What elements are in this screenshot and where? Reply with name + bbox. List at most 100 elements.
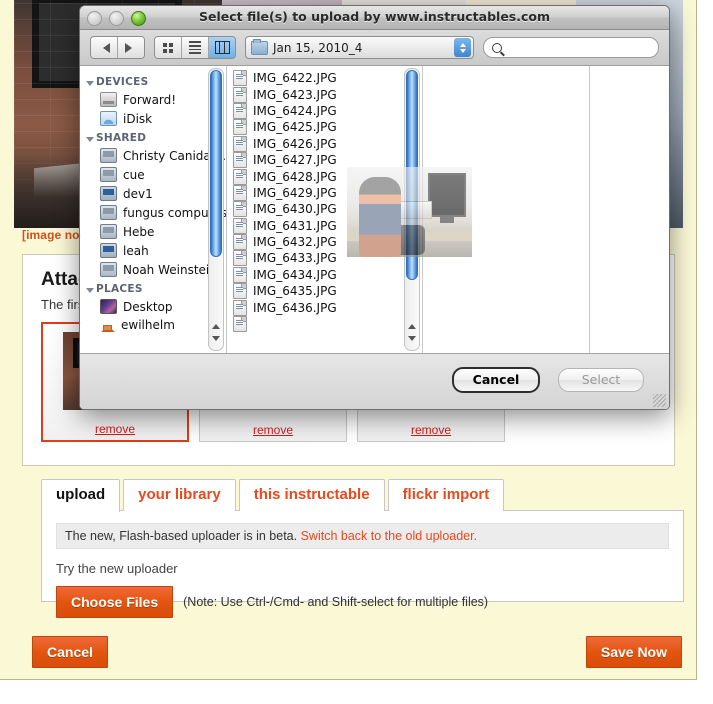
file-name: IMG_6422.JPG — [253, 71, 337, 86]
preview-column-1 — [423, 66, 590, 353]
sidebar-item-label: Noah Weinstein — [123, 262, 217, 277]
file-row[interactable]: IMG_6434.JPG — [227, 266, 405, 283]
page-action-bar: Cancel Save Now — [28, 636, 683, 670]
sidebar-scrollbar[interactable] — [208, 68, 224, 351]
file-name: IMG_6429.JPG — [253, 185, 337, 200]
view-mode-switcher — [154, 36, 236, 59]
choose-files-button[interactable]: Choose Files — [56, 586, 174, 618]
sidebar-group-shared[interactable]: SHARED — [80, 128, 226, 146]
scroll-down-button[interactable] — [405, 332, 419, 348]
jpeg-file-icon — [233, 201, 247, 218]
jpeg-file-icon — [233, 102, 247, 119]
file-open-dialog[interactable]: Select file(s) to upload by www.instruct… — [79, 5, 670, 410]
sidebar-item-idisk[interactable]: iDisk — [80, 109, 226, 128]
file-name: IMG_6428.JPG — [253, 169, 337, 184]
file-list-column: IMG_6422.JPG IMG_6423.JPG IMG_6424.JPG I… — [227, 66, 423, 353]
search-field[interactable] — [483, 37, 659, 58]
sidebar-group-places[interactable]: PLACES — [80, 279, 226, 297]
file-list-scrollbar[interactable] — [404, 68, 420, 351]
dialog-cancel-button[interactable]: Cancel — [452, 367, 540, 393]
tab-flickr-import[interactable]: flickr import — [387, 479, 505, 511]
file-name: IMG_6424.JPG — [253, 103, 337, 118]
file-row[interactable]: IMG_6429.JPG — [227, 184, 405, 201]
switch-to-old-uploader-link[interactable]: Switch back to the old uploader. — [301, 529, 478, 543]
tab-your-library[interactable]: your library — [123, 479, 236, 511]
file-name: IMG_6435.JPG — [253, 284, 337, 299]
jpeg-file-icon — [233, 86, 247, 103]
computer-icon — [100, 205, 117, 220]
file-row[interactable]: IMG_6425.JPG — [227, 119, 405, 136]
jpeg-file-icon — [233, 168, 247, 185]
jpeg-file-icon — [233, 283, 247, 300]
sidebar-item-label: Desktop — [123, 299, 173, 314]
sidebar-item-fungus-computus[interactable]: fungus computus — [80, 203, 226, 222]
remove-link[interactable]: remove — [411, 423, 451, 437]
sidebar-item-christy-canida[interactable]: Christy Canida'… — [80, 146, 226, 165]
file-row[interactable]: IMG_6428.JPG — [227, 168, 405, 185]
sidebar-item-noah-weinstein[interactable]: Noah Weinstein — [80, 260, 226, 279]
preview-column-2 — [590, 66, 669, 353]
sidebar: DEVICES Forward! iDisk SHARED Christy Ca… — [80, 66, 227, 353]
file-row[interactable]: IMG_6431.JPG — [227, 217, 405, 234]
scrollbar-arrows — [209, 316, 223, 350]
sidebar-item-hebe[interactable]: Hebe — [80, 222, 226, 241]
remove-link[interactable]: remove — [253, 423, 293, 437]
list-icon — [189, 41, 201, 54]
file-row[interactable]: IMG_6435.JPG — [227, 283, 405, 300]
dialog-toolbar: Jan 15, 2010_4 — [80, 30, 669, 66]
column-view-button[interactable] — [209, 37, 235, 58]
hard-drive-icon — [100, 92, 117, 107]
remove-link[interactable]: remove — [95, 422, 135, 436]
jpeg-file-icon — [233, 135, 247, 152]
dialog-select-button: Select — [558, 368, 644, 392]
file-name: IMG_6434.JPG — [253, 267, 337, 282]
file-row[interactable]: IMG_6422.JPG — [227, 70, 405, 87]
icon-view-button[interactable] — [155, 37, 182, 58]
computer-icon — [100, 167, 117, 182]
sidebar-item-cue[interactable]: cue — [80, 165, 226, 184]
sidebar-item-ewilhelm[interactable]: ewilhelm — [80, 316, 226, 334]
forward-button[interactable] — [118, 37, 144, 58]
sidebar-item-desktop[interactable]: Desktop — [80, 297, 226, 316]
file-row[interactable]: IMG_6423.JPG — [227, 86, 405, 103]
choose-files-row: Choose Files (Note: Use Ctrl-/Cmd- and S… — [56, 586, 669, 618]
jpeg-file-icon — [233, 266, 247, 283]
navigation-buttons — [90, 36, 145, 59]
sidebar-group-devices[interactable]: DEVICES — [80, 72, 226, 90]
file-browser: DEVICES Forward! iDisk SHARED Christy Ca… — [80, 65, 669, 353]
file-row[interactable]: IMG_6432.JPG — [227, 234, 405, 251]
scroll-down-button[interactable] — [209, 332, 223, 348]
list-view-button[interactable] — [182, 37, 209, 58]
scroll-up-button[interactable] — [405, 316, 419, 332]
computer-icon — [100, 148, 117, 163]
back-button[interactable] — [91, 37, 118, 58]
folder-icon — [251, 38, 268, 55]
scrollbar-arrows — [405, 316, 419, 350]
file-row[interactable]: IMG_6433.JPG — [227, 250, 405, 267]
file-row[interactable]: IMG_6430.JPG — [227, 201, 405, 218]
window-resize-grip-icon[interactable] — [653, 394, 666, 407]
sidebar-item-leah[interactable]: leah — [80, 241, 226, 260]
home-icon — [100, 318, 115, 332]
page-save-now-button[interactable]: Save Now — [585, 636, 682, 668]
location-popup-button[interactable]: Jan 15, 2010_4 — [245, 36, 474, 59]
sidebar-item-label: dev1 — [123, 186, 153, 201]
scrollbar-thumb[interactable] — [406, 70, 418, 280]
file-row[interactable]: IMG_6426.JPG — [227, 135, 405, 152]
file-row[interactable]: IMG_6427.JPG — [227, 152, 405, 169]
file-row[interactable]: IMG_6424.JPG — [227, 102, 405, 119]
tab-upload[interactable]: upload — [41, 479, 121, 512]
scroll-up-button[interactable] — [209, 316, 223, 332]
page-cancel-button[interactable]: Cancel — [32, 636, 108, 668]
desktop-icon — [100, 299, 117, 314]
file-row[interactable]: IMG_6436.JPG — [227, 299, 405, 316]
sidebar-item-dev1[interactable]: dev1 — [80, 184, 226, 203]
file-row[interactable] — [227, 316, 405, 333]
dialog-title: Select file(s) to upload by www.instruct… — [198, 9, 551, 24]
tab-this-instructable[interactable]: this instructable — [238, 479, 385, 511]
file-name: IMG_6426.JPG — [253, 136, 337, 151]
sidebar-item-forward[interactable]: Forward! — [80, 90, 226, 109]
scrollbar-thumb[interactable] — [210, 70, 222, 258]
dialog-titlebar[interactable]: Select file(s) to upload by www.instruct… — [80, 6, 669, 30]
file-name: IMG_6436.JPG — [253, 300, 337, 315]
